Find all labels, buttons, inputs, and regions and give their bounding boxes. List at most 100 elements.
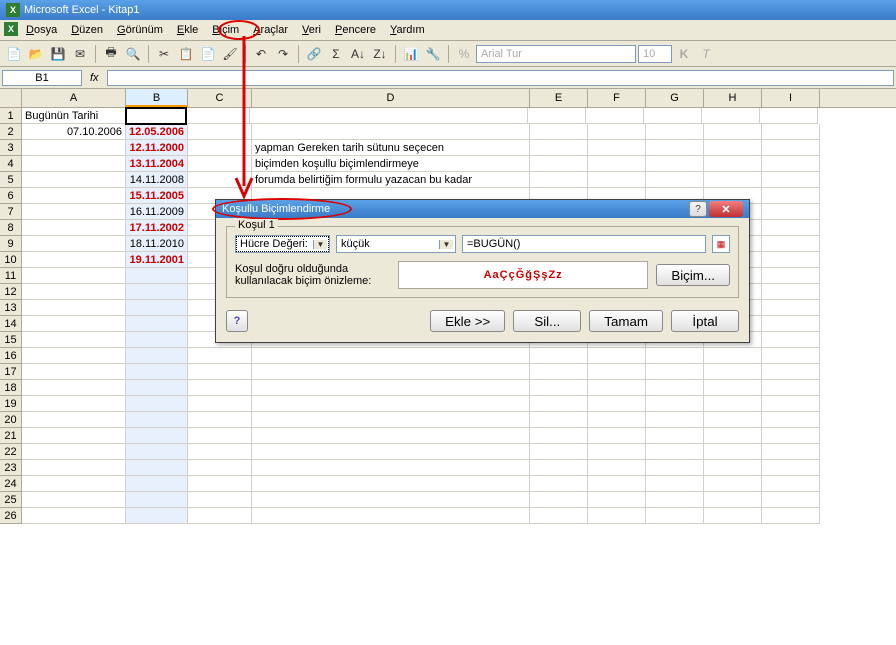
cell-A1[interactable]: Bugünün Tarihi	[22, 108, 126, 124]
cell-A8[interactable]	[22, 220, 126, 236]
cell-I23[interactable]	[762, 460, 820, 476]
cell-E17[interactable]	[530, 364, 588, 380]
cell-A10[interactable]	[22, 252, 126, 268]
delete-button[interactable]: Sil...	[513, 310, 581, 332]
cell-I14[interactable]	[762, 316, 820, 332]
cell-I21[interactable]	[762, 428, 820, 444]
col-header-B[interactable]: B	[126, 89, 188, 107]
cell-H18[interactable]	[704, 380, 762, 396]
cell-I5[interactable]	[762, 172, 820, 188]
cell-B20[interactable]	[126, 412, 188, 428]
cell-F24[interactable]	[588, 476, 646, 492]
cell-H4[interactable]	[704, 156, 762, 172]
menu-ekle[interactable]: Ekle	[171, 22, 204, 38]
cell-C2[interactable]	[188, 124, 252, 140]
cell-I18[interactable]	[762, 380, 820, 396]
formula-bar[interactable]	[107, 70, 894, 86]
cell-H26[interactable]	[704, 508, 762, 524]
cell-I8[interactable]	[762, 220, 820, 236]
cut-icon[interactable]: ✂	[154, 44, 174, 64]
cell-G1[interactable]	[644, 108, 702, 124]
cell-B13[interactable]	[126, 300, 188, 316]
row-header-24[interactable]: 24	[0, 476, 22, 492]
cell-B23[interactable]	[126, 460, 188, 476]
cell-H2[interactable]	[704, 124, 762, 140]
print-icon[interactable]: 🖶	[101, 44, 121, 64]
cell-H17[interactable]	[704, 364, 762, 380]
cell-I3[interactable]	[762, 140, 820, 156]
font-name-combo[interactable]: Arial Tur	[476, 45, 636, 63]
cell-C22[interactable]	[188, 444, 252, 460]
row-header-14[interactable]: 14	[0, 316, 22, 332]
ok-button[interactable]: Tamam	[589, 310, 663, 332]
cell-E1[interactable]	[528, 108, 586, 124]
cell-I26[interactable]	[762, 508, 820, 524]
dialog-titlebar[interactable]: Koşullu Biçimlendirme ? ✕	[216, 200, 749, 218]
row-header-9[interactable]: 9	[0, 236, 22, 252]
cell-B16[interactable]	[126, 348, 188, 364]
copy-icon[interactable]: 📋	[176, 44, 196, 64]
row-header-20[interactable]: 20	[0, 412, 22, 428]
cell-E3[interactable]	[530, 140, 588, 156]
cell-D18[interactable]	[252, 380, 530, 396]
cell-H20[interactable]	[704, 412, 762, 428]
cell-B14[interactable]	[126, 316, 188, 332]
cell-A13[interactable]	[22, 300, 126, 316]
cell-F1[interactable]	[586, 108, 644, 124]
row-header-26[interactable]: 26	[0, 508, 22, 524]
cell-F20[interactable]	[588, 412, 646, 428]
range-selector-button[interactable]: ▦	[712, 235, 730, 253]
cell-A21[interactable]	[22, 428, 126, 444]
cell-D22[interactable]	[252, 444, 530, 460]
col-header-G[interactable]: G	[646, 89, 704, 107]
cell-I17[interactable]	[762, 364, 820, 380]
row-header-6[interactable]: 6	[0, 188, 22, 204]
row-header-5[interactable]: 5	[0, 172, 22, 188]
row-header-10[interactable]: 10	[0, 252, 22, 268]
cell-D4[interactable]: biçimden koşullu biçimlendirmeye	[252, 156, 530, 172]
cell-H22[interactable]	[704, 444, 762, 460]
cell-D20[interactable]	[252, 412, 530, 428]
row-header-18[interactable]: 18	[0, 380, 22, 396]
cell-E22[interactable]	[530, 444, 588, 460]
cell-H1[interactable]	[702, 108, 760, 124]
menu-yardim[interactable]: Yardım	[384, 22, 431, 38]
cell-B1[interactable]	[125, 107, 187, 125]
format-painter-icon[interactable]: 🖌	[220, 44, 240, 64]
cell-F25[interactable]	[588, 492, 646, 508]
row-header-11[interactable]: 11	[0, 268, 22, 284]
undo-icon[interactable]: ↶	[251, 44, 271, 64]
cell-D16[interactable]	[252, 348, 530, 364]
row-header-13[interactable]: 13	[0, 300, 22, 316]
cell-C23[interactable]	[188, 460, 252, 476]
cell-I20[interactable]	[762, 412, 820, 428]
cell-C1[interactable]	[186, 108, 250, 124]
italic-icon[interactable]: T	[696, 44, 716, 64]
cell-B7[interactable]: 16.11.2009	[126, 204, 188, 220]
cell-F18[interactable]	[588, 380, 646, 396]
cell-D2[interactable]	[252, 124, 530, 140]
cell-G16[interactable]	[646, 348, 704, 364]
cell-G20[interactable]	[646, 412, 704, 428]
cell-E5[interactable]	[530, 172, 588, 188]
cell-D23[interactable]	[252, 460, 530, 476]
cell-I22[interactable]	[762, 444, 820, 460]
cell-C18[interactable]	[188, 380, 252, 396]
col-header-I[interactable]: I	[762, 89, 820, 107]
cell-A20[interactable]	[22, 412, 126, 428]
row-header-22[interactable]: 22	[0, 444, 22, 460]
cell-D1[interactable]	[250, 108, 528, 124]
cell-B9[interactable]: 18.11.2010	[126, 236, 188, 252]
cell-B5[interactable]: 14.11.2008	[126, 172, 188, 188]
menu-dosya[interactable]: Dosya	[20, 22, 63, 38]
new-icon[interactable]: 📄	[4, 44, 24, 64]
cell-E18[interactable]	[530, 380, 588, 396]
cell-I24[interactable]	[762, 476, 820, 492]
cell-B4[interactable]: 13.11.2004	[126, 156, 188, 172]
cell-D25[interactable]	[252, 492, 530, 508]
help-button[interactable]: ?	[226, 310, 248, 332]
cell-A4[interactable]	[22, 156, 126, 172]
cell-E19[interactable]	[530, 396, 588, 412]
condition-type-combo[interactable]: Hücre Değeri:▼	[235, 235, 330, 253]
cell-E16[interactable]	[530, 348, 588, 364]
